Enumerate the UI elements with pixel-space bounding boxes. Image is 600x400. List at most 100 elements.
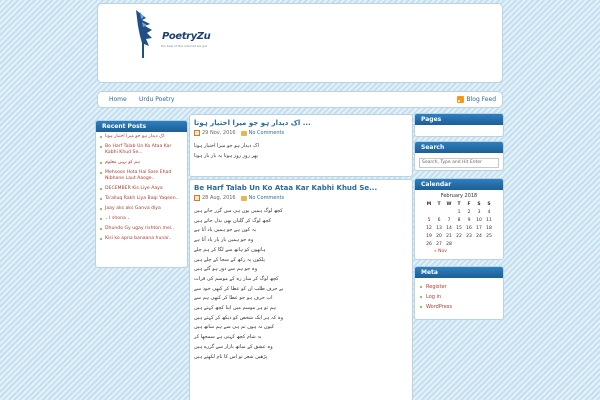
post-line: پھر روز روز ہوتا یہ بار بار ہوتا (194, 152, 258, 159)
post-line: ہاتھوں کو ہاتھ سے لگا کر ہم چلے (194, 246, 266, 253)
calendar-day: 9 (467, 217, 471, 223)
calendar-day: 19 (426, 233, 432, 239)
pages-widget: Pages (414, 113, 504, 137)
recent-post-link[interactable]: Ta'alluq Rakh Liya Baqi Yaqeen.. (99, 196, 184, 202)
post-line: ہم تو ہر موسم میں اپنا کچھ کہتے ہیں (194, 305, 276, 312)
calendar-day (454, 240, 464, 248)
calendar-day-header: S (477, 201, 481, 207)
recent-posts-title: Recent Posts (96, 121, 187, 132)
calendar-caption: February 2018 (440, 193, 478, 199)
calendar-day: 11 (486, 217, 492, 223)
post-meta: 28 Aug, 2016 No Comments (194, 195, 284, 201)
calendar-day: 18 (486, 225, 492, 231)
main-nav: Home Urdu Poetry Blog Feed (97, 91, 503, 108)
search-widget: Search Search, Type and Hit Enter (414, 141, 504, 171)
calendar-title: Calendar (415, 179, 503, 190)
recent-post-link[interactable]: اک دیدار ہو جو میرا اختیار ہوتا (99, 134, 184, 140)
calendar-day-header: M (426, 201, 432, 207)
calendar-day (434, 208, 444, 216)
post-line: پڑھیں شعر تو اس کا نام لکھتے ہیں (194, 353, 268, 360)
calendar-day: 14 (446, 225, 452, 231)
post-line: وہ جو ہمیں بار بار یاد آتا ہے (194, 237, 254, 244)
calendar-day (474, 240, 484, 248)
post-line: کچھ لوگ کر ساز رہ کے موسم کی قرات (194, 275, 279, 282)
calendar-day (464, 240, 474, 248)
calendar-day (484, 240, 494, 248)
calendar-day: 16 (466, 225, 472, 231)
post-title-link[interactable]: Be Harf Talab Un Ko Ataa Kar Kabhi Khud … (194, 184, 377, 192)
calendar-day-header: T (457, 201, 461, 207)
post-line: پلکوں پہ رکھ کے سجا کے چلے ہیں (194, 256, 265, 263)
calendar-day-header: W (446, 201, 452, 207)
recent-post-link[interactable]: DECEMBER Kis Liye Aaya (99, 186, 184, 192)
calendar-day-header: S (487, 201, 491, 207)
calendar-day: 2 (467, 209, 471, 215)
site-tagline: the best of the internet we got (161, 44, 208, 48)
meta-list: Register Log in WordPress (415, 278, 503, 316)
post-card: Be Harf Talab Un Ko Ataa Kar Kabhi Khud … (189, 179, 413, 400)
blog-feed-link[interactable]: Blog Feed (456, 96, 496, 103)
post-line: یہ شام کچھ کہتی ہے سمجھا کر (194, 334, 262, 341)
meta-widget: Meta Register Log in WordPress (414, 266, 504, 320)
calendar-icon (194, 195, 200, 201)
post-date: 28 Aug, 2016 (202, 195, 236, 201)
recent-post-link[interactable]: Be Harf Talab Un Ko Ataa Kar Kabhi Khud … (99, 144, 184, 156)
recent-post-link[interactable]: Dhundo Gy ugay rishton mei.. (99, 226, 184, 232)
wing-logo-icon[interactable] (132, 8, 162, 58)
calendar-day: 4 (487, 209, 491, 215)
meta-wordpress-link[interactable]: WordPress (420, 302, 498, 312)
calendar-day: 15 (456, 225, 462, 231)
calendar-day: 3 (477, 209, 481, 215)
calendar-day: 12 (426, 225, 432, 231)
post-line: یہ کون ہے جو ہمیں یاد آتا ہے (194, 227, 257, 234)
calendar-day: 24 (476, 233, 482, 239)
calendar-day: 23 (466, 233, 472, 239)
nav-home-link[interactable]: Home (109, 96, 127, 103)
calendar-day: 20 (436, 233, 442, 239)
pages-title: Pages (415, 114, 503, 125)
post-line: اک دیدار ہو جو میرا اختیار ہوتا (194, 143, 259, 149)
calendar-day: 22 (456, 233, 462, 239)
recent-post-link[interactable]: ہم کو نہیں معلوم (99, 160, 184, 166)
recent-post-link[interactable]: Mehsoos Hota Hai Sare Ehad Nibhane Laut … (99, 170, 184, 182)
post-line: کچھ لوگ ہمیں یوں ہی میں گزر جاتے ہیں (194, 208, 283, 214)
post-line: وہ عشق کے ساتھ بازار سے گزرے ہیں (194, 343, 273, 350)
calendar-day: 10 (476, 217, 482, 223)
calendar-table: M T W T F S S 1 2 3 4 5 6 7 8 9 10 11 12 (424, 200, 494, 248)
calendar-day (424, 208, 434, 216)
calendar-widget: Calendar February 2018 M T W T F S S 1 2… (414, 178, 504, 260)
nav-urdu-poetry-link[interactable]: Urdu Poetry (139, 96, 174, 103)
recent-post-link[interactable]: ۔ I shona ۔ (99, 216, 184, 222)
post-body: اک دیدار ہو جو میرا اختیار ہوتا پھر روز … (194, 142, 374, 161)
post-line: وہ کہ ہر ایک شخص کو دیکھ کر کہتے ہیں (194, 314, 284, 321)
post-line: اب حرف ہو جو عطا کر کبھی ہم سے (194, 295, 273, 302)
recent-post-link[interactable]: Jaay aks aks Ganva diya (99, 206, 184, 212)
post-comments-link[interactable]: No Comments (249, 130, 285, 136)
calendar-day: 6 (437, 217, 441, 223)
calendar-day: 5 (427, 217, 431, 223)
search-title: Search (415, 142, 503, 153)
post-comments-link[interactable]: No Comments (249, 195, 285, 201)
search-input[interactable]: Search, Type and Hit Enter (419, 158, 499, 168)
post-body: کچھ لوگ ہمیں یوں ہی میں گزر جاتے ہیں کچھ… (194, 207, 374, 362)
recent-posts-widget: Recent Posts اک دیدار ہو جو میرا اختیار … (95, 120, 188, 268)
blog-feed-label: Blog Feed (466, 96, 496, 103)
post-line: وہ جو ہم سے دور ہو گئے ہیں (194, 266, 258, 273)
calendar-day: 7 (447, 217, 451, 223)
calendar-day: 8 (457, 217, 461, 223)
recent-post-link[interactable]: Kisi ko apna banaana hunar.. (99, 236, 184, 242)
calendar-day: 28 (446, 241, 452, 247)
site-logo-text[interactable]: PoetryZu (162, 31, 211, 42)
calendar-day-header: T (437, 201, 441, 207)
calendar-prev-link[interactable]: « Nov (434, 249, 447, 254)
post-title-link[interactable]: اک دیدار ہو جو میرا اختیار ہوتا ... (194, 119, 311, 127)
calendar-day: 25 (486, 233, 492, 239)
meta-register-link[interactable]: Register (420, 282, 498, 292)
post-line: بے حرف طلب ان کو عطا کر کبھی خود سے (194, 285, 284, 292)
post-meta: 29 Nov, 2016 No Comments (194, 130, 284, 136)
meta-login-link[interactable]: Log in (420, 292, 498, 302)
meta-title: Meta (415, 267, 503, 278)
calendar-day: 17 (476, 225, 482, 231)
calendar-day (444, 208, 454, 216)
post-date: 29 Nov, 2016 (202, 130, 236, 136)
